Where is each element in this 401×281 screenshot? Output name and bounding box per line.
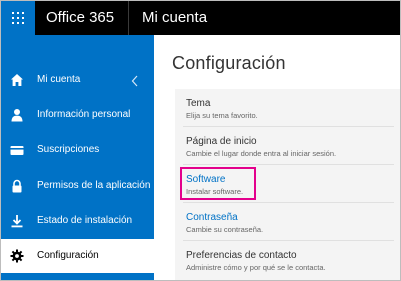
setting-title: Tema <box>186 98 211 109</box>
settings-list: Tema Elija su tema favorito. Página de i… <box>175 89 400 280</box>
home-icon <box>10 73 24 87</box>
top-bar-divider <box>128 1 129 35</box>
lock-icon <box>10 179 24 193</box>
main-content: Configuración Tema Elija su tema favorit… <box>154 35 400 280</box>
setting-software[interactable]: Software Instalar software. <box>175 165 400 203</box>
gear-icon <box>10 249 24 263</box>
app-launcher-button[interactable] <box>1 1 35 35</box>
setting-preferencias-de-contacto[interactable]: Preferencias de contacto Administre cómo… <box>175 241 400 279</box>
sidebar: Mi cuenta Información personal Suscripci… <box>1 35 154 280</box>
sidebar-item-configuracion[interactable]: Configuración <box>1 239 154 273</box>
download-icon <box>10 214 24 228</box>
sidebar-item-label: Información personal <box>37 109 131 120</box>
credit-card-icon <box>10 143 24 157</box>
sidebar-item-label: Mi cuenta <box>37 74 81 85</box>
setting-title[interactable]: Software <box>186 174 225 186</box>
setting-title[interactable]: Contraseña <box>186 212 238 224</box>
setting-tema[interactable]: Tema Elija su tema favorito. <box>175 89 400 127</box>
top-bar: Office 365 Mi cuenta <box>1 1 400 35</box>
setting-contrasena[interactable]: Contraseña Cambie su contraseña. <box>175 203 400 241</box>
app-launcher-icon <box>12 12 24 24</box>
setting-title: Preferencias de contacto <box>186 250 297 261</box>
sidebar-item-label: Configuración <box>37 250 99 261</box>
page-title[interactable]: Mi cuenta <box>142 8 207 28</box>
setting-description: Cambie su contraseña. <box>186 225 264 234</box>
section-heading: Configuración <box>172 53 286 73</box>
setting-pagina-de-inicio[interactable]: Página de inicio Cambie el lugar donde e… <box>175 127 400 165</box>
sidebar-item-label: Permisos de la aplicación <box>37 180 151 191</box>
sidebar-item-label: Suscripciones <box>37 144 100 155</box>
sidebar-item-suscripciones[interactable]: Suscripciones <box>1 133 154 167</box>
window: Office 365 Mi cuenta Mi cuenta Informaci… <box>0 0 401 281</box>
sidebar-item-label: Estado de instalación <box>37 215 133 226</box>
person-icon <box>10 108 24 122</box>
setting-description: Administre cómo y por qué se le contacta… <box>186 263 326 272</box>
app-name[interactable]: Office 365 <box>46 8 114 28</box>
setting-description: Elija su tema favorito. <box>186 111 258 120</box>
setting-description: Instalar software. <box>186 187 244 196</box>
sidebar-item-informacion-personal[interactable]: Información personal <box>1 98 154 132</box>
setting-description: Cambie el lugar donde entra al iniciar s… <box>186 149 337 158</box>
sidebar-item-permisos-de-la-aplicacion[interactable]: Permisos de la aplicación <box>1 169 154 203</box>
setting-title: Página de inicio <box>186 136 257 147</box>
sidebar-item-estado-de-instalacion[interactable]: Estado de instalación <box>1 204 154 238</box>
sidebar-item-mi-cuenta[interactable]: Mi cuenta <box>1 63 154 97</box>
